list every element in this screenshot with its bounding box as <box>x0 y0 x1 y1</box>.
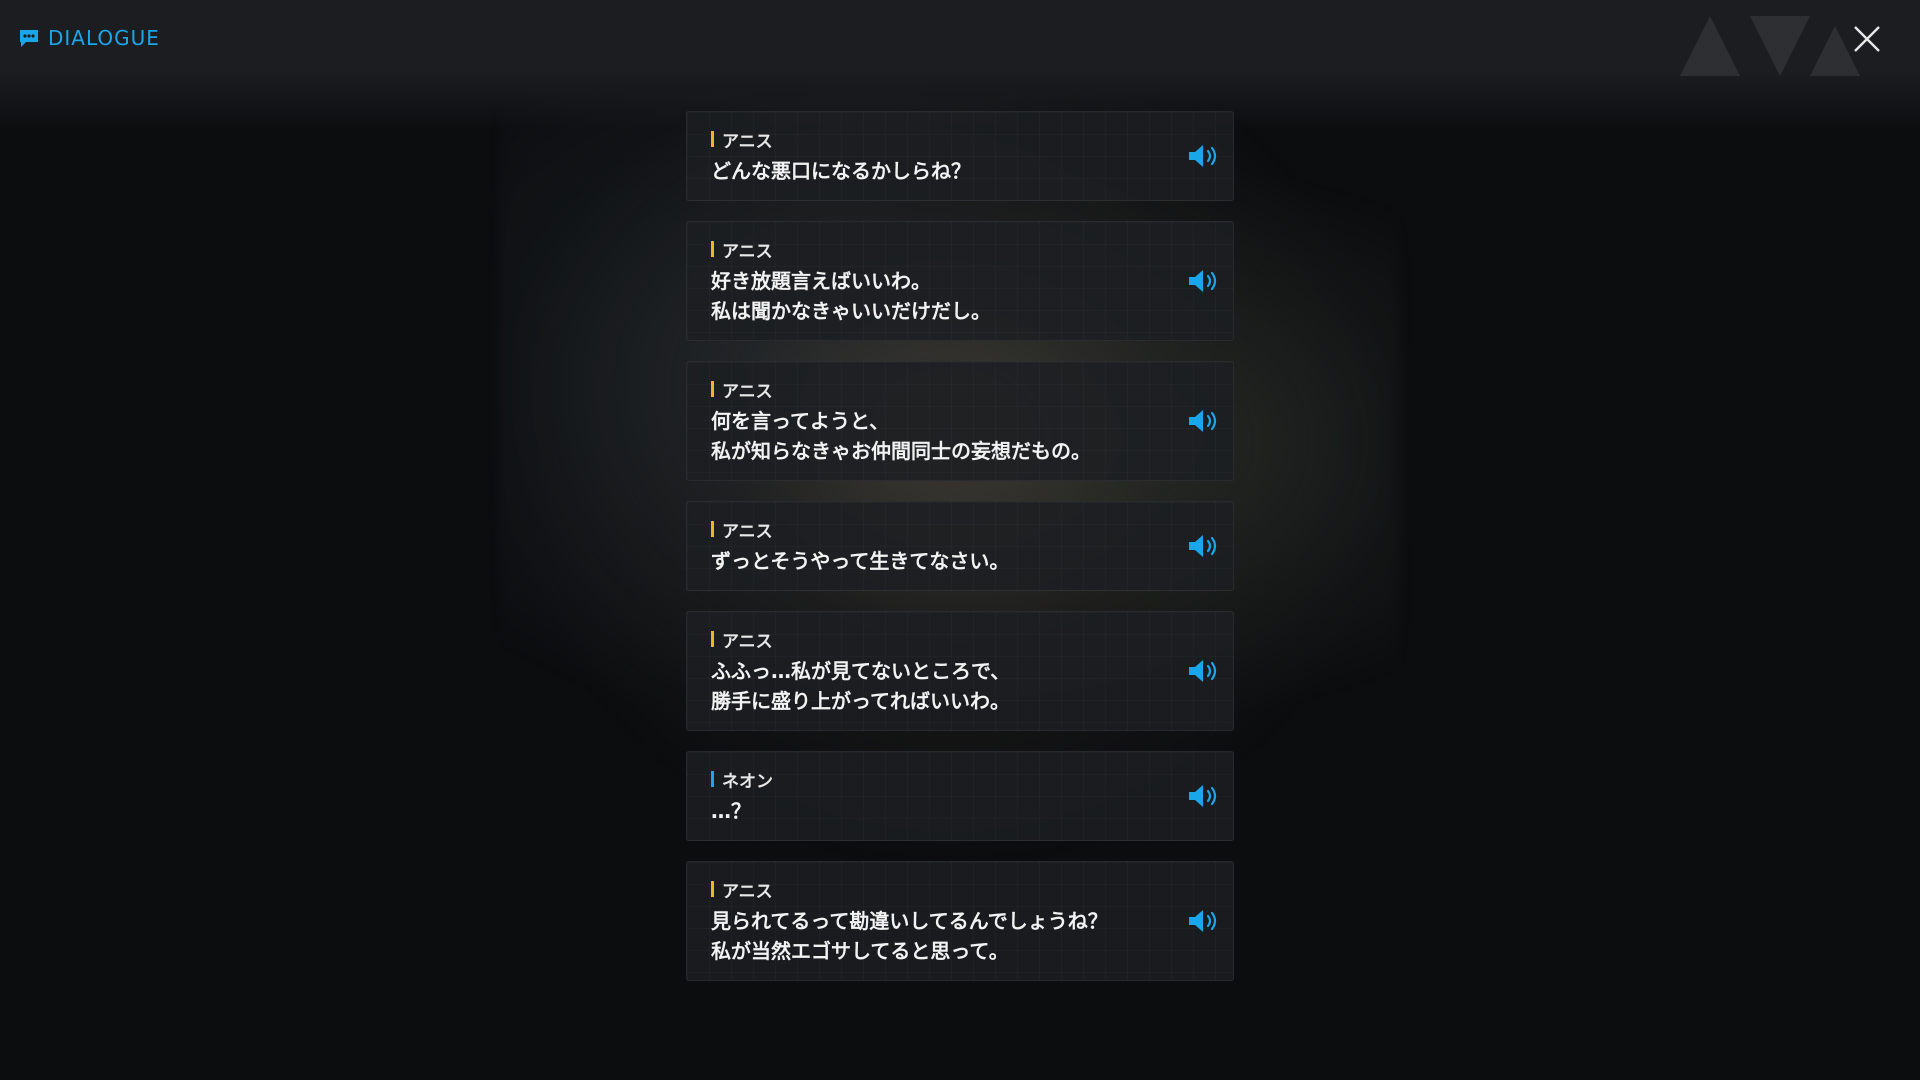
page-title: DIALOGUE <box>48 26 160 50</box>
speaker-marker <box>711 771 714 787</box>
play-voice-button[interactable] <box>1185 781 1223 811</box>
speaker-volume-icon <box>1189 270 1217 292</box>
dialogue-text: ずっとそうやって生きてなさい。 <box>711 549 1010 573</box>
speaker-name: アニス <box>722 241 773 262</box>
dialogue-entry: アニスずっとそうやって生きてなさい。 <box>686 501 1234 591</box>
close-icon <box>1854 26 1880 52</box>
speaker-volume-icon <box>1189 410 1217 432</box>
speaker-name: アニス <box>722 131 773 152</box>
speaker-marker <box>711 631 714 647</box>
speaker-row: アニス <box>711 378 1143 402</box>
dialogue-text: 好き放題言えばいいわ。 私は聞かなきゃいいだけだし。 <box>711 269 991 323</box>
corner-decoration <box>1680 16 1860 76</box>
speaker-marker <box>711 881 714 897</box>
play-voice-button[interactable] <box>1185 656 1223 686</box>
play-voice-button[interactable] <box>1185 906 1223 936</box>
speaker-name: アニス <box>722 631 773 652</box>
chat-bubble-icon <box>20 30 38 47</box>
dialogue-text: 見られてるって勘違いしてるんでしょうね？ 私が当然エゴサしてると思って。 <box>711 909 1108 963</box>
speaker-volume-icon <box>1189 910 1217 932</box>
dialogue-entry: ネオン …？ <box>686 751 1234 841</box>
dialogue-text: どんな悪口になるかしらね？ <box>711 159 971 183</box>
play-voice-button[interactable] <box>1185 141 1223 171</box>
speaker-volume-icon <box>1189 660 1217 682</box>
speaker-name: ネオン <box>722 771 773 792</box>
speaker-row: アニス <box>711 628 1143 652</box>
speaker-name: アニス <box>722 881 773 902</box>
dialogue-text: …？ <box>711 799 751 823</box>
speaker-row: アニス <box>711 238 1143 262</box>
speaker-name: アニス <box>722 521 773 542</box>
speaker-marker <box>711 241 714 257</box>
speaker-row: アニス <box>711 518 1143 542</box>
speaker-marker <box>711 131 714 147</box>
speaker-volume-icon <box>1189 785 1217 807</box>
speaker-volume-icon <box>1189 145 1217 167</box>
dialogue-entry: アニスどんな悪口になるかしらね？ <box>686 111 1234 201</box>
dialogue-entry: アニス好き放題言えばいいわ。 私は聞かなきゃいいだけだし。 <box>686 221 1234 341</box>
speaker-row: アニス <box>711 878 1143 902</box>
speaker-volume-icon <box>1189 535 1217 557</box>
speaker-marker <box>711 521 714 537</box>
dialogue-entry: アニス見られてるって勘違いしてるんでしょうね？ 私が当然エゴサしてると思って。 <box>686 861 1234 981</box>
speaker-marker <box>711 381 714 397</box>
speaker-name: アニス <box>722 381 773 402</box>
dialogue-list: アニス どんな悪口になるかしらね？ アニス 好き放題言えばいいわ。 私は聞かなきゃい… <box>686 111 1234 1001</box>
dialogue-text: ふふっ…私が見てないところで、 勝手に盛り上がってればいいわ。 <box>711 659 1011 713</box>
play-voice-button[interactable] <box>1185 531 1223 561</box>
speaker-row: ネオン <box>711 768 1143 792</box>
play-voice-button[interactable] <box>1185 406 1223 436</box>
close-button[interactable] <box>1852 24 1882 54</box>
play-voice-button[interactable] <box>1185 266 1223 296</box>
dialogue-log-screen: DIALOGUE アニス どんな悪口になるかしらね？ アニス 好き放題言えばいいわ。… <box>0 0 1920 1080</box>
dialogue-text: 何を言ってようと、 私が知らなきゃお仲間同士の妄想だもの。 <box>711 409 1091 463</box>
header: DIALOGUE <box>18 26 160 50</box>
dialogue-entry: アニス何を言ってようと、 私が知らなきゃお仲間同士の妄想だもの。 <box>686 361 1234 481</box>
dialogue-entry: アニスふふっ…私が見てないところで、 勝手に盛り上がってればいいわ。 <box>686 611 1234 731</box>
speaker-row: アニス <box>711 128 1143 152</box>
